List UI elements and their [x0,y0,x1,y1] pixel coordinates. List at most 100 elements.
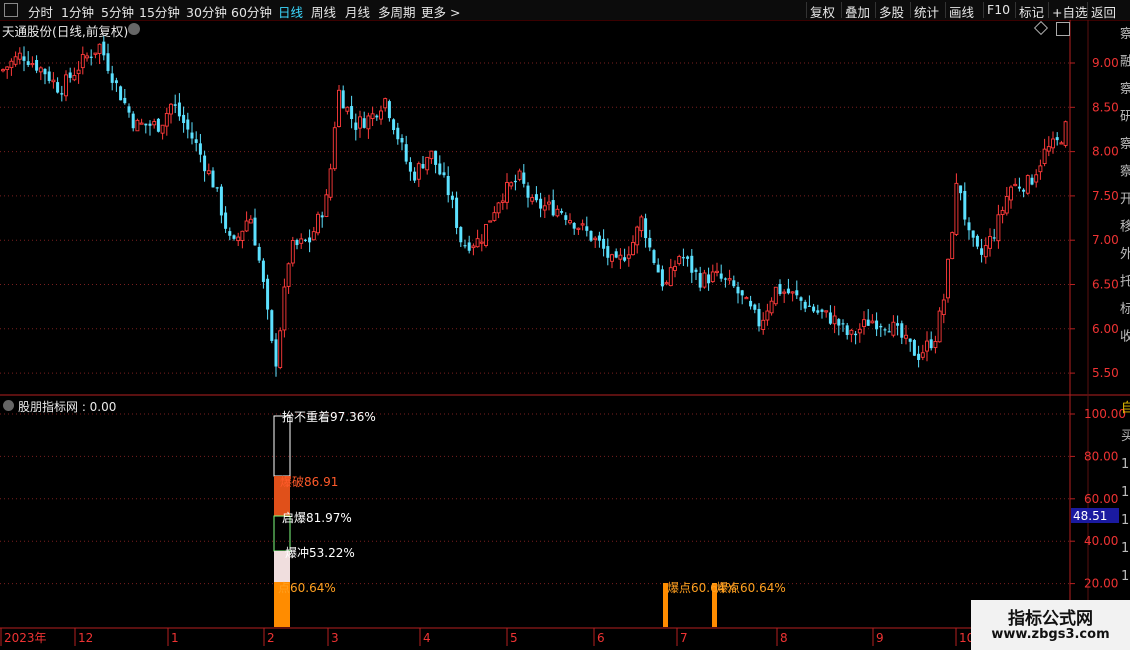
candle-body [463,245,467,247]
candle-body [824,310,829,313]
candle-body [644,218,648,239]
candle-body [244,220,249,232]
candle-body [828,312,832,324]
candle-body [299,238,304,244]
candle-body [896,323,900,326]
candle-body [308,237,312,243]
candle-body [1038,165,1043,173]
date-label: 1 [171,631,179,645]
candle-body [980,248,984,255]
candle-body [740,290,744,296]
side-panel-glyph[interactable]: 外 [1120,247,1130,262]
candle-body [383,98,388,109]
date-label: 4 [423,631,431,645]
side-panel-glyph[interactable]: 收 [1120,330,1130,345]
candle-body [597,235,601,241]
indicator-side-glyph[interactable]: 1 [1121,457,1129,472]
candle-body [992,237,996,239]
price-label: 7.00 [1092,233,1119,247]
candle-body [148,123,152,126]
candle-body [875,320,879,330]
candle-body [219,186,223,216]
candle-body [182,114,186,124]
side-panel-glyph[interactable]: 标 [1120,302,1130,317]
candle-body [9,60,14,69]
candle-body [106,53,110,71]
candle-body [144,123,148,126]
candle-body [479,241,484,244]
candle-body [328,168,333,198]
side-panel-glyph[interactable]: 察 [1120,82,1130,97]
price-label: 6.00 [1092,322,1119,336]
candle-body [248,218,253,224]
candle-body [270,310,274,341]
candle-body [51,79,56,83]
candle-body [492,212,497,221]
candle-body [761,319,766,330]
indicator-side-glyph[interactable]: 1 [1121,569,1129,584]
candle-body [920,352,925,358]
candle-body [509,182,514,187]
candle-body [228,231,232,236]
candle-body [240,230,245,241]
indicator-side-glyph[interactable]: 1 [1121,513,1129,528]
candle-body [887,331,891,333]
candle-body [845,325,849,336]
candle-body [5,66,10,71]
date-label: 2 [267,631,275,645]
signal-label-point3: 爆点60.64% [716,581,786,595]
candle-body [316,213,320,234]
candle-body [526,185,530,198]
candle-body [127,106,131,113]
side-panel-glyph[interactable]: 察 [1120,27,1130,42]
candle-body [1022,189,1026,192]
indicator-side-glyph[interactable]: 1 [1121,485,1129,500]
candle-body [186,119,190,130]
candle-body [790,291,795,294]
candle-body [782,291,787,294]
indicator-side-glyph[interactable]: 1 [1121,541,1129,556]
candle-body [912,340,916,356]
side-panel-glyph[interactable]: 托 [1120,275,1130,290]
chevron-down-icon[interactable] [3,400,14,411]
candle-body [732,280,736,287]
candle-body [442,172,446,176]
watermark-title: 指标公式网 [1008,609,1093,629]
side-panel-glyph[interactable]: 移 [1120,220,1130,235]
indicator-side-glyph[interactable]: 买 [1121,429,1130,444]
candle-body [551,200,555,216]
candle-body [996,214,1001,242]
candle-body [30,62,35,66]
candle-body [639,216,644,232]
candle-body [471,245,476,249]
side-panel-glyph[interactable]: 开 [1120,192,1130,207]
price-label: 5.50 [1092,366,1119,380]
candle-body [618,254,623,260]
side-panel-glyph[interactable]: 研 [1120,110,1130,125]
candle-body [807,305,811,307]
signal-label-overlap: 爆冲53.22% [285,545,355,560]
candle-body [917,353,921,361]
candle-body [1051,138,1055,149]
candle-body [530,197,535,202]
date-label: 8 [780,631,788,645]
side-panel-glyph[interactable]: 察 [1120,165,1130,180]
window-icon[interactable] [1056,22,1070,36]
chevron-down-icon[interactable] [128,23,140,35]
indicator-side-glyph[interactable]: 自 [1121,401,1130,416]
candle-body [723,278,727,280]
candle-body [694,269,698,272]
candle-body [517,170,522,180]
date-label: 6 [597,631,605,645]
candle-body [350,106,354,120]
candle-body [698,273,702,288]
candle-body [1017,186,1021,189]
side-panel-glyph[interactable]: 察 [1120,137,1130,152]
candle-body [1030,177,1034,185]
candle-body [950,232,955,260]
candle-body [173,104,177,106]
candle-body [387,101,391,119]
candle-body [459,227,463,243]
candle-body [635,226,640,246]
side-panel-glyph[interactable]: 融 [1120,55,1130,70]
